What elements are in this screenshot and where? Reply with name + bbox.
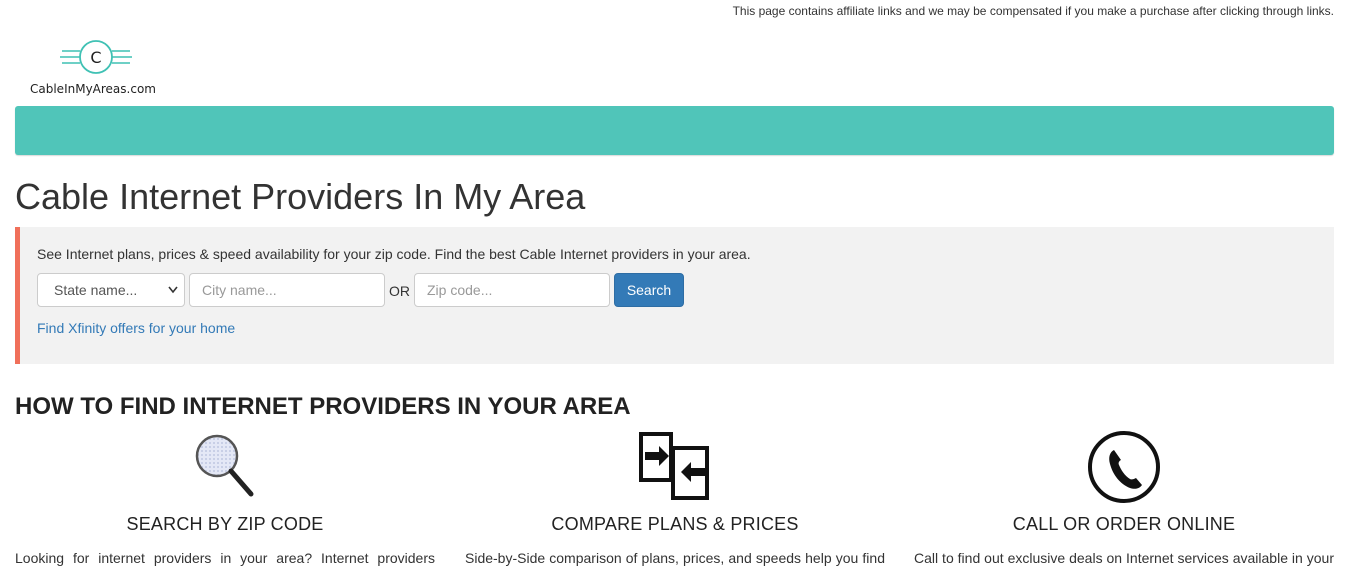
affiliate-notice: This page contains affiliate links and w… (732, 4, 1334, 18)
zip-input[interactable]: Zip code... (414, 273, 610, 307)
feature-title: SEARCH BY ZIP CODE (126, 514, 324, 534)
xfinity-offers-link[interactable]: Find Xfinity offers for your home (37, 320, 235, 336)
state-select[interactable]: State name... (37, 273, 185, 307)
feature-description: Looking for internet providers in your a… (15, 550, 435, 566)
chevron-down-icon (168, 274, 178, 318)
feature-title: CALL OR ORDER ONLINE (1012, 514, 1236, 534)
feature-description: Call to find out exclusive deals on Inte… (914, 550, 1334, 566)
main-navbar (15, 106, 1334, 155)
page-title: Cable Internet Providers In My Area (15, 176, 586, 217)
search-panel: See Internet plans, prices & speed avail… (15, 227, 1334, 364)
feature-title: COMPARE PLANS & PRICES (551, 514, 799, 534)
svg-text:C: C (90, 48, 101, 67)
how-to-heading: HOW TO FIND INTERNET PROVIDERS IN YOUR A… (15, 393, 631, 420)
city-input[interactable]: City name... (189, 273, 385, 307)
search-button[interactable]: Search (614, 273, 684, 307)
logo-text: CableInMyAreas.com (30, 82, 156, 96)
phone-icon (1088, 431, 1160, 503)
state-select-value: State name... (54, 282, 138, 298)
feature-compare-plans: COMPARE PLANS & PRICES Side-by-Side comp… (465, 430, 885, 566)
logo-icon: C (60, 40, 132, 74)
compare-documents-icon (639, 432, 709, 500)
feature-description: Side-by-Side comparison of plans, prices… (465, 550, 885, 566)
search-intro-text: See Internet plans, prices & speed avail… (37, 246, 751, 262)
site-logo[interactable]: C CableInMyAreas.com (30, 37, 170, 99)
feature-search-by-zip: SEARCH BY ZIP CODE Looking for internet … (15, 430, 435, 566)
feature-call-or-order: CALL OR ORDER ONLINE Call to find out ex… (914, 430, 1334, 566)
magnifying-glass-icon (195, 434, 254, 497)
or-label: OR (389, 283, 410, 299)
